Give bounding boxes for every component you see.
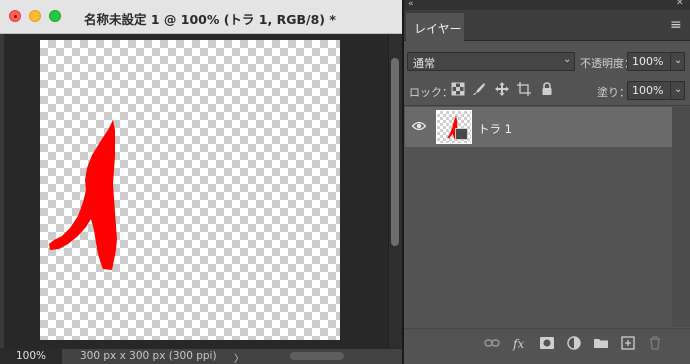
document-titlebar: 名称未設定 1 @ 100% (トラ 1, RGB/8) * xyxy=(0,0,402,34)
tab-layers[interactable]: レイヤー xyxy=(406,13,464,41)
canvas[interactable] xyxy=(40,40,340,340)
chevron-down-icon: ⌄ xyxy=(563,54,572,65)
eye-icon[interactable] xyxy=(412,121,426,131)
zoom-field[interactable]: 100% xyxy=(0,348,62,364)
smart-object-badge-icon xyxy=(455,128,468,140)
svg-text:fx: fx xyxy=(512,337,524,351)
layer-name[interactable]: トラ 1 xyxy=(478,121,512,137)
lock-artboard-icon[interactable] xyxy=(517,82,531,96)
lock-all-icon[interactable] xyxy=(540,82,554,96)
mask-icon[interactable] xyxy=(539,335,555,351)
lock-image-pixels-icon[interactable] xyxy=(472,82,486,96)
document-title: 名称未設定 1 @ 100% (トラ 1, RGB/8) * xyxy=(84,12,336,27)
lock-transparent-pixels-icon[interactable] xyxy=(451,82,465,96)
panel-divider xyxy=(404,105,690,106)
fill-label: 塗り： xyxy=(597,86,630,99)
status-info-menu-icon[interactable]: 〉 xyxy=(234,350,244,364)
blend-mode-select[interactable]: 通常 xyxy=(407,52,575,71)
document-info: 300 px x 300 px (300 ppi) xyxy=(80,350,217,362)
red-shape-artwork xyxy=(49,120,117,270)
fill-input[interactable]: 100% xyxy=(627,81,671,100)
lock-position-icon[interactable] xyxy=(495,82,509,96)
minimize-window-button[interactable] xyxy=(29,10,41,22)
lock-label: ロック： xyxy=(409,86,453,99)
collapse-panel-icon[interactable]: « xyxy=(408,0,414,9)
panel-menu-icon[interactable]: ≡ xyxy=(670,17,682,33)
canvas-vertical-scroll-thumb[interactable] xyxy=(391,58,399,246)
opacity-dropdown-button[interactable]: ⌄ xyxy=(670,52,685,71)
close-window-button[interactable] xyxy=(9,10,21,22)
workarea-edge xyxy=(0,34,4,348)
canvas-horizontal-scroll-thumb[interactable] xyxy=(290,352,344,360)
fill-dropdown-button[interactable]: ⌄ xyxy=(670,81,685,100)
opacity-input[interactable]: 100% xyxy=(627,52,671,71)
folder-icon[interactable] xyxy=(593,335,609,351)
link-icon[interactable] xyxy=(484,335,500,351)
close-panel-icon[interactable]: ✕ xyxy=(676,0,684,8)
layers-scrollbar[interactable] xyxy=(672,107,690,327)
new-layer-icon[interactable] xyxy=(620,335,636,351)
panel-dock-header xyxy=(404,0,690,10)
maximize-window-button[interactable] xyxy=(49,10,61,22)
adjustment-icon[interactable] xyxy=(566,335,582,351)
red-shape xyxy=(49,120,117,270)
fx-icon[interactable]: fx xyxy=(512,335,528,351)
trash-icon[interactable] xyxy=(647,335,663,351)
